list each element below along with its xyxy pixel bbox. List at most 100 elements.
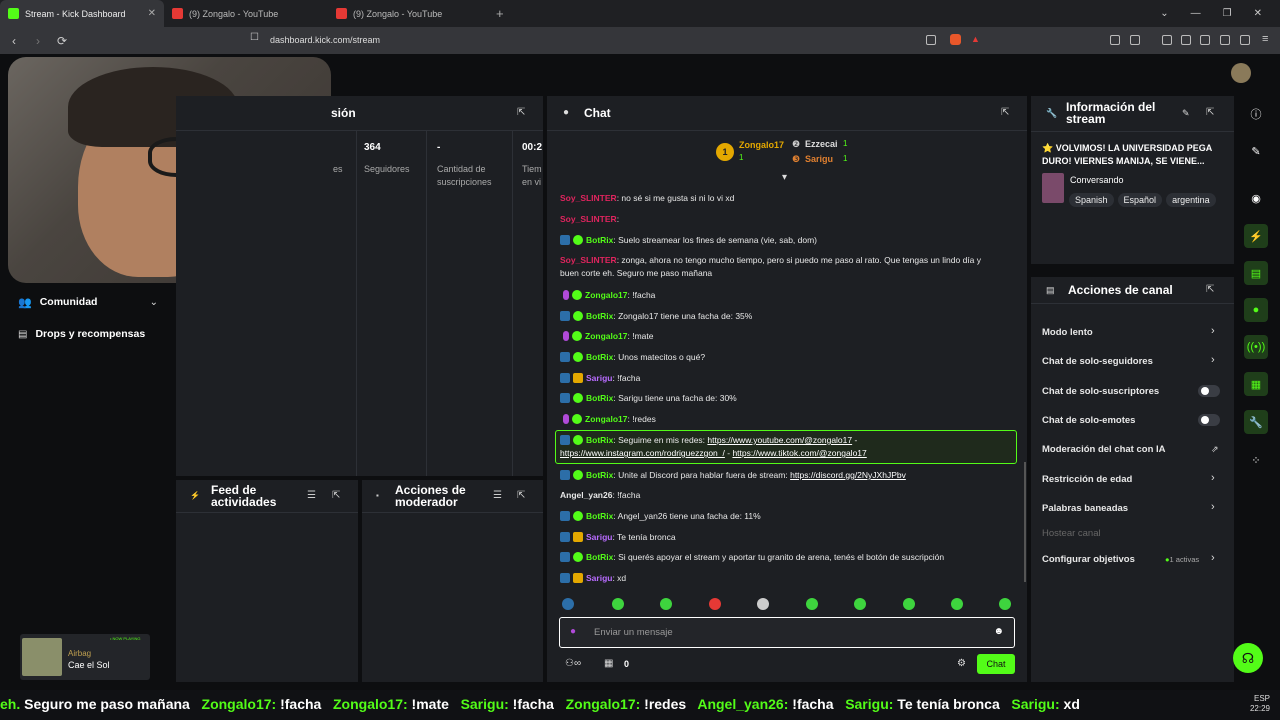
support-button[interactable]: ☊: [1233, 643, 1263, 673]
chevron-right-icon[interactable]: ›: [1211, 325, 1215, 337]
chat-username[interactable]: Zongalo17: [585, 331, 628, 341]
info-icon[interactable]: ⓘ: [1244, 102, 1268, 126]
expand-icon[interactable]: ⇱: [517, 108, 527, 118]
browser-tab[interactable]: (9) Zongalo - YouTube: [164, 0, 328, 27]
wallet-icon[interactable]: [1200, 35, 1210, 45]
emotes-only-toggle[interactable]: [1198, 414, 1220, 426]
emote-icon[interactable]: [562, 598, 574, 610]
chat-message[interactable]: BotRix: Si querés apoyar el stream y apo…: [560, 551, 1016, 564]
chat-username[interactable]: Sarigu: [586, 373, 612, 383]
close-icon[interactable]: ✕: [1254, 8, 1262, 19]
chat-message[interactable]: Soy_SLINTER: no sé si me gusta si ni lo …: [560, 192, 1016, 205]
people-icon[interactable]: ⚇∞: [565, 658, 581, 669]
broadcast-icon[interactable]: ((•)): [1244, 335, 1268, 359]
wrench-icon[interactable]: 🔧: [1244, 410, 1268, 434]
chat-username[interactable]: Sarigu: [586, 573, 612, 583]
extension-icon[interactable]: [1220, 35, 1230, 45]
chat-username[interactable]: BotRix: [586, 435, 613, 445]
bookmark-icon[interactable]: ☐: [250, 32, 259, 43]
action-followers-only[interactable]: Chat de solo-seguidores: [1042, 356, 1153, 367]
chat-username[interactable]: BotRix: [586, 552, 613, 562]
emote-icon[interactable]: [951, 598, 963, 610]
emote-icon[interactable]: [660, 598, 672, 610]
emote-icon[interactable]: [757, 598, 769, 610]
action-age-restriction[interactable]: Restricción de edad: [1042, 474, 1132, 485]
browser-tab[interactable]: Stream - Kick Dashboard ✕: [0, 0, 164, 27]
share-icon[interactable]: [926, 35, 936, 45]
emote-icon[interactable]: [903, 598, 915, 610]
chat-input[interactable]: ● Enviar un mensaje ☻: [559, 617, 1015, 648]
chat-message[interactable]: Zongalo17: !facha: [560, 289, 1016, 302]
emote-icon[interactable]: [806, 598, 818, 610]
chat-link[interactable]: https://discord.gg/2NyJXhJPbv: [790, 470, 906, 480]
chat-message[interactable]: Zongalo17: !mate: [560, 330, 1016, 343]
brave-shield-icon[interactable]: [950, 34, 961, 45]
chat-message[interactable]: BotRix: Zongalo17 tiene una facha de: 35…: [560, 310, 1016, 323]
chat-message[interactable]: Sarigu: !facha: [560, 372, 1016, 385]
subs-only-toggle[interactable]: [1198, 385, 1220, 397]
chevron-down-icon[interactable]: ▾: [782, 172, 787, 183]
sidebar-item-comunidad[interactable]: 👥 Comunidad ⌄: [18, 295, 158, 309]
minimize-icon[interactable]: —: [1191, 8, 1201, 19]
action-banned-words[interactable]: Palabras baneadas: [1042, 503, 1128, 514]
leaderboard-user[interactable]: Sarigu: [805, 154, 833, 164]
chat-username[interactable]: BotRix: [586, 235, 613, 245]
chat-message[interactable]: BotRix: Unos matecitos o qué?: [560, 351, 1016, 364]
expand-icon[interactable]: ⇱: [1206, 108, 1216, 118]
layout-icon[interactable]: ▦: [1244, 372, 1268, 396]
shield-icon[interactable]: [1240, 35, 1250, 45]
chat-username[interactable]: Angel_yan26: [560, 490, 612, 500]
close-tab-icon[interactable]: ✕: [148, 8, 156, 19]
send-chat-button[interactable]: Chat: [977, 654, 1015, 674]
chat-message[interactable]: Soy_SLINTER:: [560, 213, 1016, 226]
chat-message[interactable]: BotRix: Suelo streamear los fines de sem…: [560, 234, 1016, 247]
chat-username[interactable]: BotRix: [586, 511, 613, 521]
back-icon[interactable]: ‹: [4, 34, 24, 48]
emote-icon[interactable]: [612, 598, 624, 610]
chat-message[interactable]: BotRix: Seguime en mis redes: https://ww…: [560, 434, 1016, 460]
avatar[interactable]: [1231, 63, 1251, 83]
chat-link[interactable]: https://www.instagram.com/rodriguezzgon_…: [560, 448, 725, 458]
chat-message[interactable]: Sarigu: xd: [560, 572, 1016, 585]
action-slow-mode[interactable]: Modo lento: [1042, 327, 1093, 338]
extension-icon[interactable]: [1130, 35, 1140, 45]
expand-icon[interactable]: ⇱: [517, 491, 527, 501]
sidebar-item-drops[interactable]: ▤ Drops y recompensas: [18, 327, 178, 341]
chevron-right-icon[interactable]: ›: [1211, 501, 1215, 513]
chat-message[interactable]: Soy_SLINTER: zonga, ahora no tengo mucho…: [560, 254, 1016, 280]
expand-icon[interactable]: ⇱: [1206, 285, 1216, 295]
extension-icon[interactable]: [1110, 35, 1120, 45]
chat-username[interactable]: BotRix: [586, 311, 613, 321]
chat-bubble-icon[interactable]: ●: [1244, 298, 1268, 322]
pencil-icon[interactable]: ✎: [1182, 108, 1190, 119]
music-icon[interactable]: [1162, 35, 1172, 45]
browser-tab[interactable]: (9) Zongalo - YouTube: [328, 0, 492, 27]
emoji-icon[interactable]: ☻: [993, 626, 1004, 637]
forward-icon[interactable]: ›: [28, 34, 48, 48]
external-link-icon[interactable]: ⇗: [1211, 444, 1219, 455]
chat-link[interactable]: https://www.tiktok.com/@zongalo17: [732, 448, 866, 458]
action-configure-goals[interactable]: Configurar objetivos: [1042, 554, 1135, 565]
chevron-right-icon[interactable]: ›: [1211, 552, 1215, 564]
chevron-right-icon[interactable]: ›: [1211, 472, 1215, 484]
filter-icon[interactable]: ☰: [493, 490, 502, 501]
bolt-icon[interactable]: ⚡: [1244, 224, 1268, 248]
chat-message[interactable]: Zongalo17: !redes: [560, 413, 1016, 426]
chat-message[interactable]: Angel_yan26: !facha: [560, 489, 1016, 502]
chat-username[interactable]: BotRix: [586, 470, 613, 480]
expand-icon[interactable]: ⇱: [1001, 108, 1011, 118]
chat-username[interactable]: BotRix: [586, 393, 613, 403]
gear-icon[interactable]: ⚙: [957, 658, 966, 669]
document-icon[interactable]: ▤: [1244, 261, 1268, 285]
url-field[interactable]: dashboard.kick.com/stream: [270, 35, 380, 45]
menu-icon[interactable]: ≡: [1262, 33, 1268, 45]
chat-message[interactable]: BotRix: Sarigu tiene una facha de: 30%: [560, 392, 1016, 405]
sidebar-icon[interactable]: [1181, 35, 1191, 45]
chevron-right-icon[interactable]: ›: [1211, 354, 1215, 366]
filter-icon[interactable]: ☰: [307, 490, 316, 501]
chat-message[interactable]: BotRix: Unite al Discord para hablar fue…: [560, 469, 1016, 482]
chat-message[interactable]: BotRix: Angel_yan26 tiene una facha de: …: [560, 510, 1016, 523]
leaderboard-user[interactable]: Ezzecai: [805, 139, 838, 149]
action-ai-moderation[interactable]: Moderación del chat con IA: [1042, 444, 1166, 455]
chat-username[interactable]: Soy_SLINTER: [560, 193, 617, 203]
